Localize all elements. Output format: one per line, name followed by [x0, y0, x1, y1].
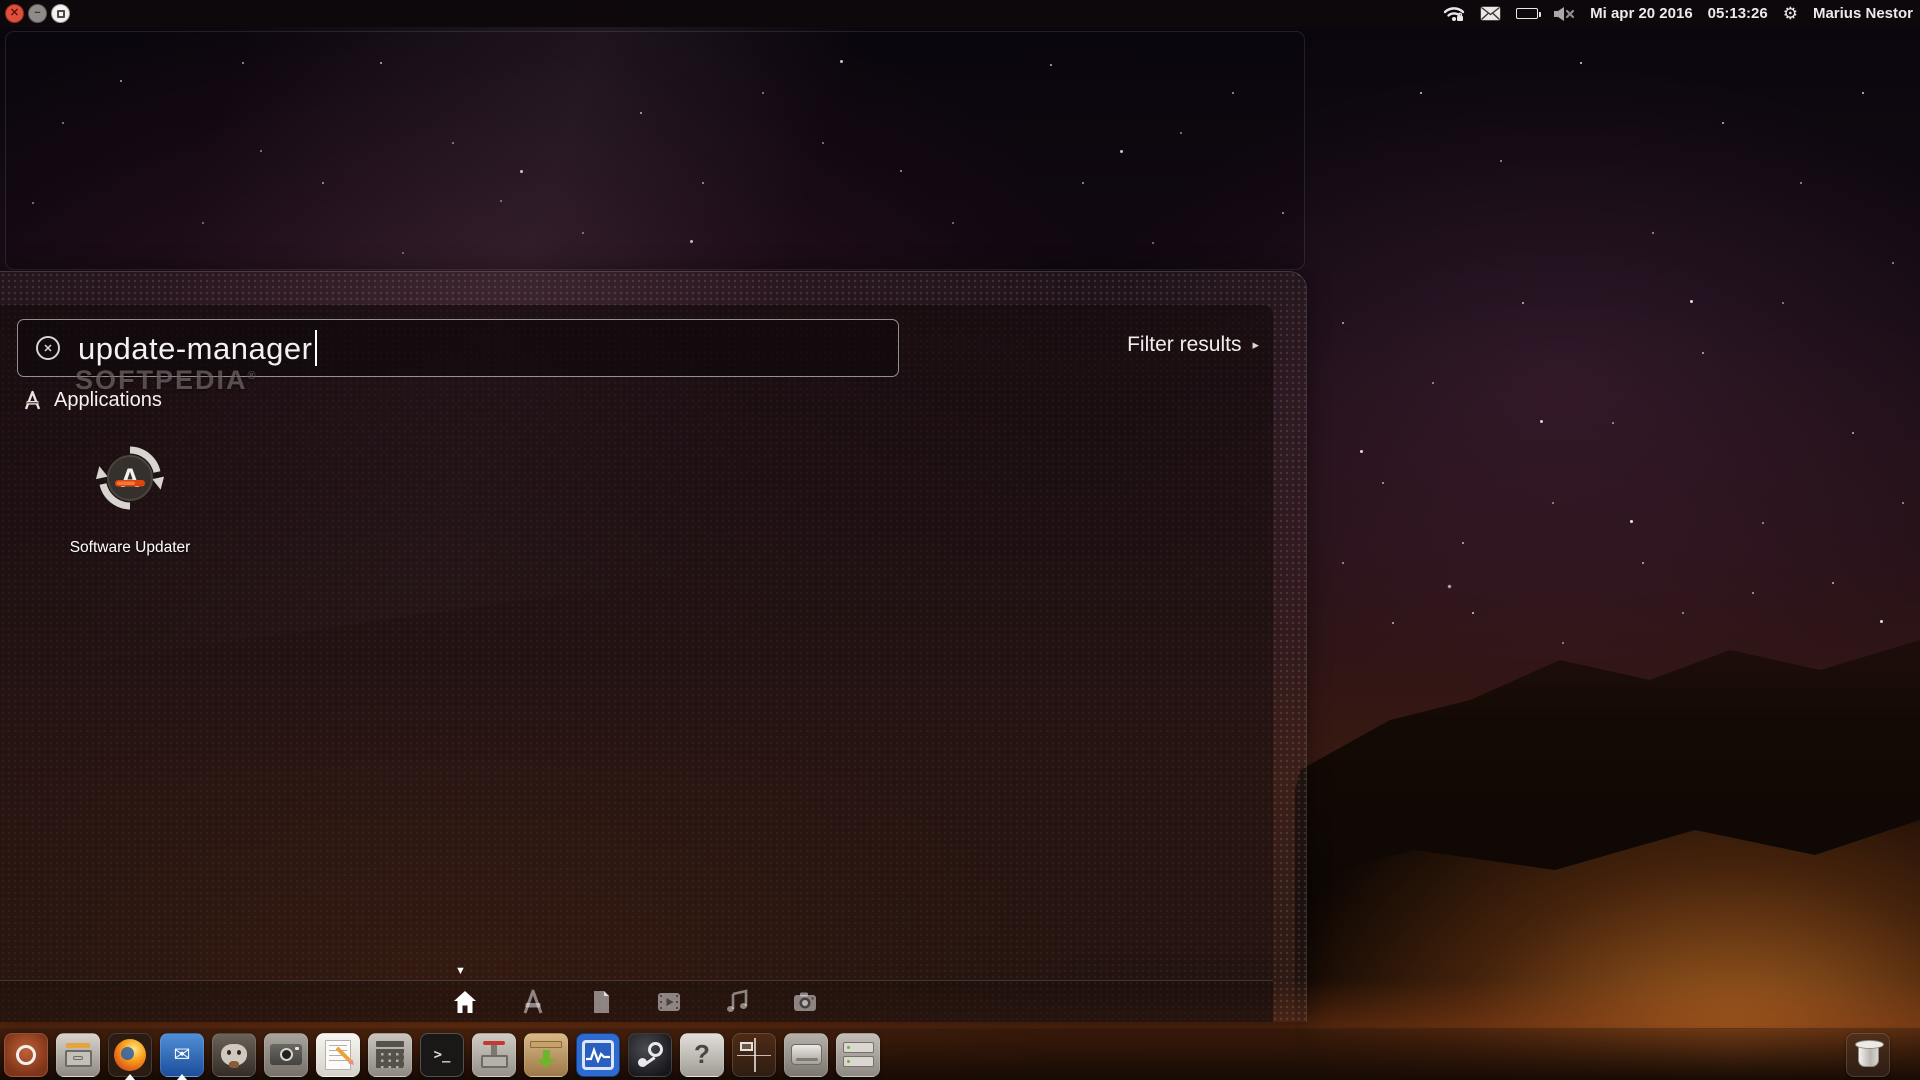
- dash-content: ✕ update-manager Filter results ▸ SOFTPE…: [0, 305, 1273, 1022]
- lens-bar: ▼: [0, 980, 1273, 1022]
- download-arrow-icon: [537, 1059, 555, 1068]
- gimp-icon: [221, 1044, 247, 1066]
- close-button[interactable]: ✕: [5, 4, 24, 23]
- clock-date[interactable]: Mi apr 20 2016: [1590, 5, 1693, 22]
- terminal-icon: >_: [434, 1047, 451, 1063]
- launcher-steam[interactable]: [628, 1033, 672, 1077]
- software-updater-icon: A: [96, 444, 164, 512]
- system-monitor-icon: [582, 1040, 614, 1070]
- volume-muted-icon[interactable]: [1553, 6, 1575, 22]
- launcher-workspace-switcher[interactable]: [732, 1033, 776, 1077]
- username[interactable]: Marius Nestor: [1813, 5, 1913, 22]
- trash-icon: [1858, 1043, 1879, 1067]
- desktop: ✕ −: [0, 0, 1920, 1080]
- maximize-button[interactable]: [51, 4, 70, 23]
- launcher-camera[interactable]: [264, 1033, 308, 1077]
- filter-results-label: Filter results: [1127, 333, 1241, 357]
- applications-lens-icon: [22, 390, 43, 411]
- text-cursor: [315, 330, 317, 366]
- lens-files-icon[interactable]: [588, 989, 614, 1015]
- search-input[interactable]: ✕ update-manager: [17, 319, 899, 377]
- minimize-button[interactable]: −: [28, 4, 47, 23]
- launcher-trash[interactable]: [1846, 1033, 1890, 1077]
- launcher-server-stack[interactable]: [836, 1033, 880, 1077]
- launcher-firefox[interactable]: [108, 1033, 152, 1077]
- thunderbird-icon: ✉: [174, 1042, 191, 1067]
- top-panel: ✕ −: [0, 0, 1920, 27]
- lens-videos-icon[interactable]: [656, 989, 682, 1015]
- category-label: Applications: [54, 389, 162, 412]
- launcher-help[interactable]: ?: [680, 1033, 724, 1077]
- launcher-gimp[interactable]: [212, 1033, 256, 1077]
- dash-panel: ✕ update-manager Filter results ▸ SOFTPE…: [0, 271, 1307, 1022]
- launcher-calculator[interactable]: [368, 1033, 412, 1077]
- steam-icon: [648, 1042, 663, 1057]
- launcher-package-installer[interactable]: [472, 1033, 516, 1077]
- session-gear-icon[interactable]: ⚙: [1783, 4, 1798, 24]
- battery-icon[interactable]: [1516, 8, 1538, 19]
- svg-text:A: A: [120, 463, 140, 493]
- mail-icon[interactable]: [1480, 6, 1501, 21]
- dash-backdrop-outline: [5, 31, 1305, 270]
- applications-category-header: Applications: [22, 389, 162, 412]
- workspace-icon: [740, 1042, 753, 1051]
- launcher-software-center[interactable]: [524, 1033, 568, 1077]
- search-text: update-manager: [78, 330, 317, 367]
- result-label: Software Updater: [70, 539, 191, 557]
- lens-photos-icon[interactable]: [792, 989, 818, 1015]
- launcher-thunderbird[interactable]: ✉: [160, 1033, 204, 1077]
- indicator-area: Mi apr 20 2016 05:13:26 ⚙ Marius Nestor: [1443, 4, 1920, 24]
- chevron-right-icon: ▸: [1252, 337, 1259, 353]
- lens-music-icon[interactable]: [724, 989, 750, 1015]
- package-installer-icon: [481, 1055, 508, 1068]
- launcher-dock: ✉ >_: [0, 1028, 1920, 1080]
- launcher-terminal[interactable]: >_: [420, 1033, 464, 1077]
- calculator-icon: [376, 1049, 404, 1068]
- network-icon[interactable]: [1443, 5, 1465, 23]
- hard-disk-icon: [791, 1044, 822, 1065]
- running-indicator-firefox: [125, 1074, 135, 1080]
- dash-collapse-caret[interactable]: ▼: [455, 966, 466, 977]
- launcher-text-editor[interactable]: [316, 1033, 360, 1077]
- lens-applications-icon[interactable]: [520, 989, 546, 1015]
- window-controls: ✕ −: [0, 4, 70, 23]
- launcher-ubuntu-dash[interactable]: [4, 1033, 48, 1077]
- server-stack-icon: [843, 1056, 874, 1067]
- clear-search-icon[interactable]: ✕: [36, 336, 60, 360]
- firefox-icon: [114, 1039, 146, 1071]
- ubuntu-logo-icon: [16, 1045, 36, 1065]
- launcher-files[interactable]: [56, 1033, 100, 1077]
- running-indicator-thunderbird: [177, 1074, 187, 1080]
- result-software-updater[interactable]: A Software Updater: [50, 444, 210, 557]
- clock-time[interactable]: 05:13:26: [1708, 5, 1768, 22]
- launcher-system-monitor[interactable]: [576, 1033, 620, 1077]
- filter-results-button[interactable]: Filter results ▸: [1127, 333, 1259, 357]
- text-editor-icon: [325, 1040, 351, 1070]
- launcher-hard-disk[interactable]: [784, 1033, 828, 1077]
- lens-home-icon[interactable]: [452, 989, 478, 1015]
- camera-icon: [270, 1044, 302, 1065]
- help-icon: ?: [694, 1039, 710, 1070]
